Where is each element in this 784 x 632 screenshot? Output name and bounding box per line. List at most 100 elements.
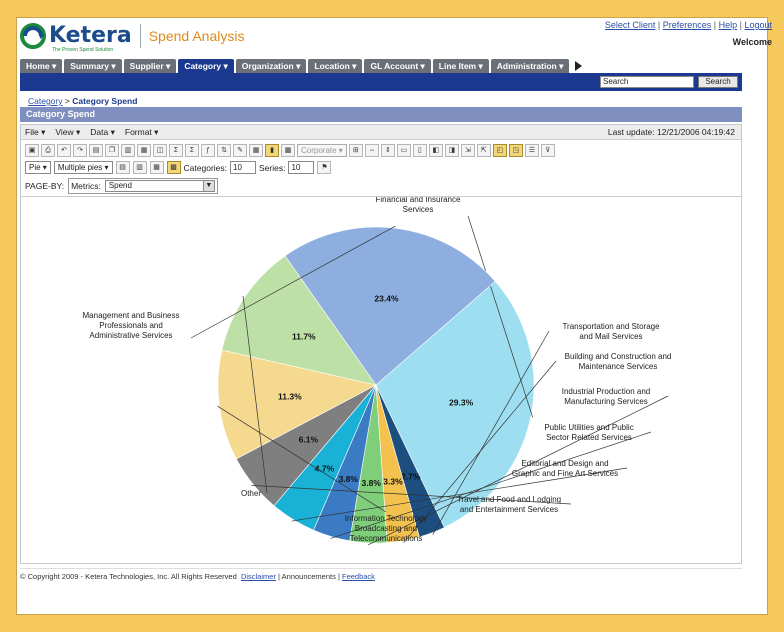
metrics-select[interactable]: Spend ▼ — [104, 180, 215, 192]
metrics-label: Metrics: — [71, 181, 101, 191]
feedback-link[interactable]: Feedback — [342, 572, 375, 581]
chart-option3-icon[interactable]: ▦ — [149, 161, 164, 174]
page-title: Category Spend — [20, 107, 742, 122]
paste-icon[interactable]: ▥ — [121, 143, 135, 157]
pie-category-label-line: Sector Related Services — [546, 433, 632, 442]
tab-summary-label: Summary — [70, 61, 110, 71]
page-by-icon[interactable]: ◰ — [492, 143, 507, 157]
tab-home[interactable]: Home ▾ — [20, 59, 63, 73]
copy-icon[interactable]: ❐ — [105, 143, 119, 157]
pie-category-label-line: Building and Construction and — [565, 352, 672, 361]
tab-administration[interactable]: Administration ▾ — [490, 59, 570, 73]
chart-option1-icon[interactable]: ▤ — [115, 161, 130, 174]
pdf-icon[interactable]: ▦ — [137, 143, 151, 157]
pie-category-label: Management and Business Professionals and… — [83, 311, 180, 340]
tab-category[interactable]: Category ▾ — [178, 59, 234, 73]
menu-view[interactable]: View ▾ — [55, 127, 80, 138]
layout1-icon[interactable]: ▭ — [396, 143, 411, 157]
pie-percent-label: 2.7% — [401, 472, 421, 482]
grid-chart-icon[interactable]: ▩ — [281, 143, 295, 157]
search-button[interactable]: Search — [698, 76, 738, 88]
corporate-select-label: Corporate — [301, 145, 337, 155]
tab-organization[interactable]: Organization ▾ — [235, 59, 307, 73]
pie-category-label: Building and Construction and Maintenance… — [565, 352, 672, 371]
layout2-icon[interactable]: ▯ — [412, 143, 427, 157]
filter-icon[interactable]: ⊽ — [540, 143, 555, 157]
export-icon[interactable]: ▤ — [89, 143, 103, 157]
preferences-link[interactable]: Preferences — [663, 20, 712, 30]
help-link[interactable]: Help — [719, 20, 738, 30]
pie-mode-select[interactable]: Multiple pies ▾ — [53, 161, 113, 174]
move-icon[interactable]: ⇔ — [364, 143, 379, 157]
subtotal-icon[interactable]: Σ — [185, 143, 199, 157]
tab-gl-account[interactable]: GL Account ▾ — [364, 59, 431, 73]
chart-type-select[interactable]: Pie ▾ — [25, 161, 51, 174]
logout-link[interactable]: Logout — [744, 20, 772, 30]
filter-panel-icon[interactable]: ◳ — [508, 143, 523, 157]
disclaimer-link[interactable]: Disclaimer — [241, 572, 276, 581]
pie-category-label: Financial and Insurance Services — [376, 197, 461, 214]
breadcrumb-separator: > — [64, 96, 70, 106]
pie-percent-label: 3.3% — [383, 476, 403, 486]
tab-summary[interactable]: Summary ▾ — [64, 59, 122, 73]
series-label: Series: — [259, 162, 286, 173]
pie-category-label-line: Administrative Services — [89, 331, 172, 340]
menu-data[interactable]: Data ▾ — [90, 127, 115, 138]
tab-gl-account-label: GL Account — [370, 61, 419, 71]
categories-label: Categories: — [183, 162, 227, 173]
pivot-icon[interactable]: ⊞ — [348, 143, 363, 157]
function-icon[interactable]: ƒ — [201, 143, 215, 157]
report-panel: File ▾ View ▾ Data ▾ Format ▾ Last updat… — [20, 124, 742, 564]
app-title: Spend Analysis — [148, 28, 245, 44]
tab-supplier[interactable]: Supplier ▾ — [123, 59, 177, 73]
highlight-icon[interactable]: ✎ — [233, 143, 247, 157]
toolbar-main: ▣ ⎙ ↶ ↷ ▤ ❐ ▥ ▦ ◫ Σ Σ ƒ ⇅ ✎ ▦ ▮ ▩ Corpor… — [25, 142, 555, 158]
pie-category-label-line: and Entertainment Services — [460, 505, 558, 514]
chart-view-icon[interactable]: ▮ — [265, 143, 279, 157]
drill-icon[interactable]: ⇕ — [380, 143, 395, 157]
corporate-select[interactable]: Corporate ▾ — [297, 143, 347, 157]
apply-icon[interactable]: ⚑ — [317, 161, 332, 174]
tab-line-item[interactable]: Line Item ▾ — [432, 59, 489, 73]
tab-administration-label: Administration — [496, 61, 557, 71]
save-icon[interactable]: ▣ — [25, 143, 39, 157]
nav-scroll-right-icon[interactable] — [575, 61, 583, 71]
chart-option2-icon[interactable]: ▥ — [132, 161, 147, 174]
tab-organization-label: Organization — [241, 61, 294, 71]
menu-format[interactable]: Format ▾ — [125, 127, 159, 138]
merge-icon[interactable]: ⇲ — [460, 143, 475, 157]
series-input[interactable]: 10 — [288, 161, 315, 174]
prompt-icon[interactable]: ☰ — [524, 143, 539, 157]
layout3-icon[interactable]: ◧ — [428, 143, 443, 157]
pie-category-label-line: Management and Business — [83, 311, 180, 320]
metrics-value: Spend — [108, 181, 132, 190]
tab-category-label: Category — [184, 61, 222, 71]
tab-location[interactable]: Location ▾ — [308, 59, 363, 73]
menu-file[interactable]: File ▾ — [25, 127, 45, 138]
undo-icon[interactable]: ↶ — [57, 143, 71, 157]
layout4-icon[interactable]: ◨ — [444, 143, 459, 157]
categories-input[interactable]: 10 — [230, 161, 256, 174]
select-client-link[interactable]: Select Client — [605, 20, 656, 30]
refresh-icon[interactable]: ◫ — [153, 143, 167, 157]
print-icon[interactable]: ⎙ — [41, 143, 55, 157]
pie-category-label-line: Industrial Production and — [562, 387, 651, 396]
chevron-down-icon: ▼ — [202, 181, 214, 191]
grid-view-icon[interactable]: ▦ — [249, 143, 263, 157]
logo-wordmark: Ketera — [49, 23, 132, 48]
search-input[interactable]: Search — [600, 76, 694, 88]
breadcrumb-category-link[interactable]: Category — [28, 96, 63, 106]
sort-icon[interactable]: ⇅ — [217, 143, 231, 157]
tab-line-item-label: Line Item — [438, 61, 477, 71]
pie-percent-label: 11.7% — [292, 332, 316, 342]
pie-category-label: Public Utilities and Public Sector Relate… — [544, 423, 633, 442]
pie-category-label: Information Technology Broadcasting and Te… — [345, 514, 428, 543]
redo-icon[interactable]: ↷ — [73, 143, 87, 157]
sum-icon[interactable]: Σ — [169, 143, 183, 157]
pie-category-label: Editorial and Design and Graphic and Fine… — [512, 459, 618, 478]
split-icon[interactable]: ⇱ — [476, 143, 491, 157]
pie-category-label-line: Professionals and — [99, 321, 163, 330]
chart-option4-icon[interactable]: ▩ — [166, 161, 181, 174]
metrics-box: Metrics: Spend ▼ — [68, 178, 218, 194]
announcements-link[interactable]: Announcements — [282, 572, 336, 581]
